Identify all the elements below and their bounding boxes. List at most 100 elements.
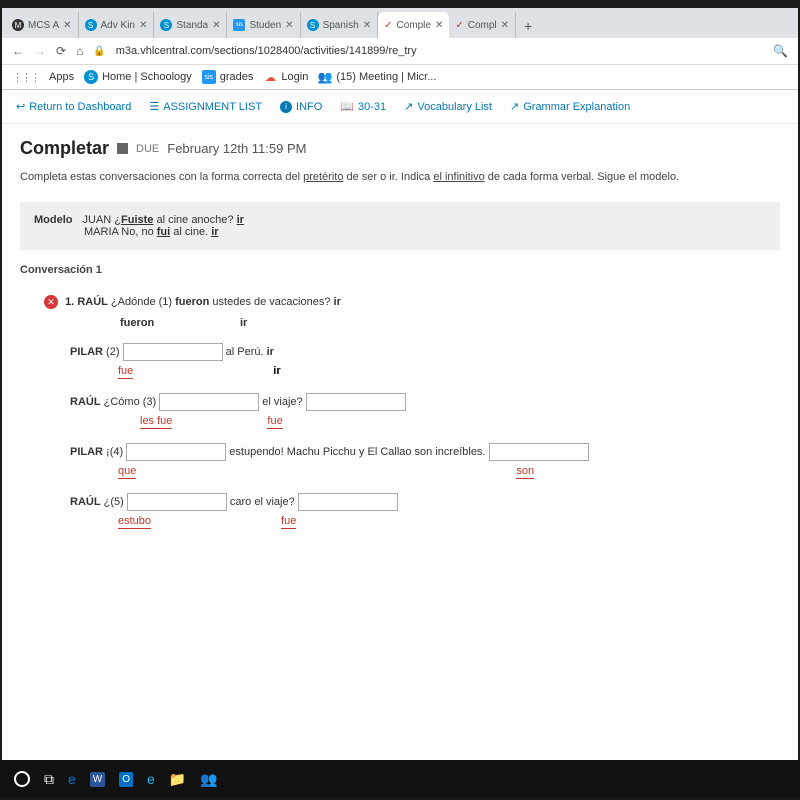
assignment-list-link[interactable]: ☰ ASSIGNMENT LIST [149, 100, 262, 113]
page-content: ↩ Return to Dashboard ☰ ASSIGNMENT LIST … [2, 90, 798, 760]
due-date: February 12th 11:59 PM [167, 141, 306, 156]
answer-input-5a[interactable] [127, 493, 227, 511]
close-icon[interactable]: ✕ [363, 20, 371, 31]
link-label: ASSIGNMENT LIST [163, 101, 262, 113]
address-bar: ← → ⟳ ⌂ 🔒 m3a.vhlcentral.com/sections/10… [2, 38, 798, 65]
favicon-icon: M [12, 19, 24, 31]
bookmark-apps[interactable]: Apps [49, 71, 74, 83]
home-button[interactable]: ⌂ [76, 44, 83, 58]
bookmarks-bar: ⋮⋮⋮ Apps S Home | Schoology sis grades ☁Lo… [2, 65, 798, 90]
link-label: 30-31 [358, 101, 386, 113]
cortana-icon[interactable] [14, 771, 30, 787]
close-icon[interactable]: ✕ [285, 20, 293, 31]
favicon-icon: ✓ [384, 20, 392, 31]
bookmark-label: grades [220, 71, 254, 83]
return-dashboard-link[interactable]: ↩ Return to Dashboard [16, 100, 131, 113]
correction-5: estubofue [70, 515, 780, 529]
explorer-icon[interactable]: 📁 [169, 771, 186, 788]
back-button[interactable]: ← [12, 44, 24, 58]
tab-advkin[interactable]: S Adv Kin ✕ [79, 12, 155, 38]
lock-icon: 🔒 [93, 46, 105, 57]
bookmark-label: (15) Meeting | Micr... [336, 71, 436, 83]
bookmark-meeting[interactable]: 👥 (15) Meeting | Micr... [318, 70, 436, 84]
link-label: Return to Dashboard [29, 101, 131, 113]
tab-label: Adv Kin [101, 20, 135, 31]
question-4: PILAR ¡(4) estupendo! Machu Picchu y El … [70, 443, 780, 461]
due-label: DUE [136, 143, 159, 155]
browser-tabs: MMCS A✕ SAdv Kin✕ SStanda✕ sisStuden✕ SS… [2, 8, 798, 38]
tab-label: Spanish [323, 20, 359, 31]
outlook-icon[interactable]: O [119, 772, 133, 787]
search-icon[interactable]: 🔍 [773, 44, 788, 58]
correction-2: fueir [70, 365, 780, 379]
page-title: Completar DUE February 12th 11:59 PM [20, 138, 780, 159]
url-text[interactable]: m3a.vhlcentral.com/sections/1028400/acti… [116, 45, 763, 57]
link-label: Grammar Explanation [523, 101, 630, 113]
close-icon[interactable]: ✕ [212, 20, 220, 31]
wrong-icon: ✕ [44, 295, 58, 309]
modelo-label: Modelo [34, 214, 73, 226]
tab-label: Comple [396, 20, 430, 31]
info-link[interactable]: i INFO [280, 101, 322, 113]
close-icon[interactable]: ✕ [435, 20, 443, 31]
answer-input-5b[interactable] [298, 493, 398, 511]
schoology-icon: S [84, 70, 98, 84]
conversation-heading: Conversación 1 [20, 264, 780, 276]
answer-input-3b[interactable] [306, 393, 406, 411]
close-icon[interactable]: ✕ [501, 20, 509, 31]
tab-standards[interactable]: SStanda✕ [154, 12, 227, 38]
pages-link[interactable]: 📖 30-31 [340, 100, 386, 113]
vocab-link[interactable]: ↗ Vocabulary List [404, 100, 492, 113]
teams-icon: 👥 [318, 70, 332, 84]
question-2: PILAR (2) al Perú. ir [70, 343, 780, 361]
instructions: Completa estas conversaciones con la for… [20, 169, 780, 186]
close-icon[interactable]: ✕ [63, 20, 71, 31]
answer-input-4a[interactable] [126, 443, 226, 461]
question-5: RAÚL ¿(5) caro el viaje? [70, 493, 780, 511]
tab-students[interactable]: sisStuden✕ [227, 12, 300, 38]
new-tab-button[interactable]: + [516, 14, 540, 38]
link-label: Vocabulary List [417, 101, 492, 113]
correction-3: les fuefue [70, 415, 780, 429]
title-text: Completar [20, 138, 109, 159]
apps-icon[interactable]: ⋮⋮⋮ [12, 71, 39, 84]
tab-label: Compl [468, 20, 497, 31]
favicon-icon: S [307, 19, 319, 31]
answer-row-1: fueronir [120, 317, 780, 329]
tab-completar-2[interactable]: ✓ Compl ✕ [449, 12, 516, 38]
forward-button[interactable]: → [34, 44, 46, 58]
edge-icon[interactable]: e [68, 771, 76, 787]
activity-nav: ↩ Return to Dashboard ☰ ASSIGNMENT LIST … [2, 90, 798, 124]
favicon-icon: S [160, 19, 172, 31]
modelo-box: ModeloJUAN ¿Fuiste al cine anoche? ir MA… [20, 202, 780, 250]
grammar-link[interactable]: ↗ Grammar Explanation [510, 100, 630, 113]
question-3: RAÚL ¿Cómo (3) el viaje? [70, 393, 780, 411]
answer-input-4b[interactable] [489, 443, 589, 461]
reload-button[interactable]: ⟳ [56, 44, 66, 58]
info-icon: i [280, 101, 292, 113]
bookmark-login[interactable]: ☁Login [263, 70, 308, 84]
ie-icon[interactable]: e [147, 771, 155, 787]
tab-label: MCS A [28, 20, 59, 31]
flag-icon[interactable] [117, 143, 128, 154]
favicon-icon: ✓ [455, 20, 463, 31]
task-view-icon[interactable]: ⧉ [44, 771, 54, 788]
tab-completar-active[interactable]: ✓ Comple ✕ [378, 12, 449, 38]
bookmark-label: Apps [49, 71, 74, 83]
favicon-icon: sis [233, 19, 245, 31]
tab-mcs[interactable]: M MCS A ✕ [6, 12, 79, 38]
tab-spanish[interactable]: S Spanish ✕ [301, 12, 379, 38]
close-icon[interactable]: ✕ [139, 20, 147, 31]
bookmark-label: Home | Schoology [102, 71, 192, 83]
teams-icon[interactable]: 👥 [200, 771, 217, 788]
answer-input-2[interactable] [123, 343, 223, 361]
link-label: INFO [296, 101, 322, 113]
question-1: ✕ 1. RAÚL ¿Adónde (1) fueron ustedes de … [44, 294, 780, 312]
bookmark-home[interactable]: S Home | Schoology [84, 70, 192, 84]
windows-taskbar: ⧉ e W O e 📁 👥 [0, 760, 800, 798]
answer-input-3a[interactable] [159, 393, 259, 411]
word-icon[interactable]: W [90, 772, 105, 787]
bookmark-grades[interactable]: sis grades [202, 70, 254, 84]
favicon-icon: S [85, 19, 97, 31]
sis-icon: sis [202, 70, 216, 84]
